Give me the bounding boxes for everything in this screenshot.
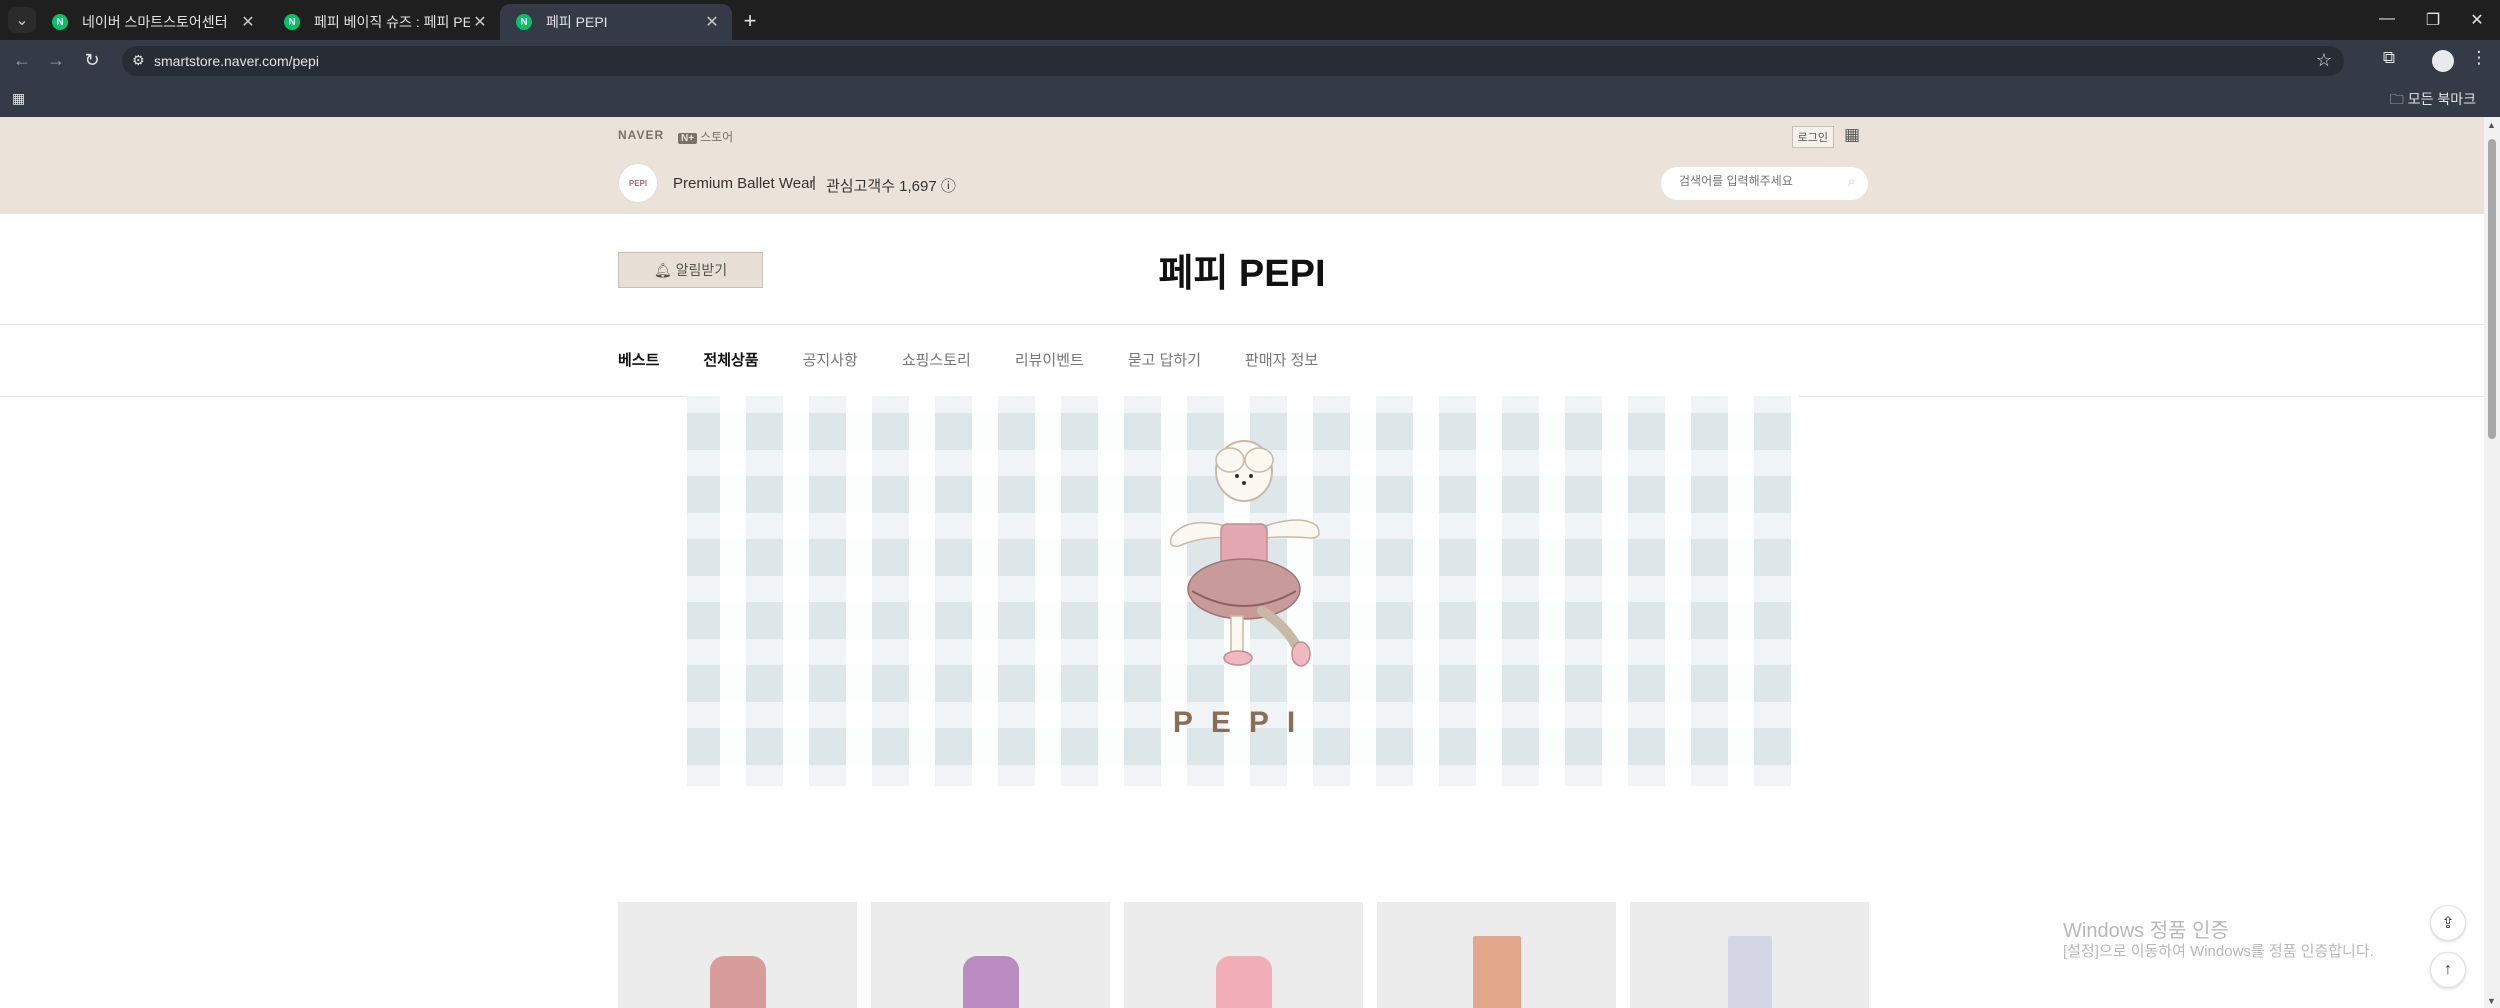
bookmark-star-icon[interactable]: ☆ — [2316, 50, 2332, 71]
reload-icon[interactable]: ↻ — [80, 50, 104, 71]
nav-shopping-story[interactable]: 쇼핑스토리 — [902, 349, 971, 373]
app-grid-icon[interactable]: ▦ — [1844, 125, 1860, 145]
scroll-top-button[interactable]: ↑ — [2430, 952, 2466, 988]
nav-seller-info[interactable]: 판매자 정보 — [1245, 349, 1318, 373]
profile-avatar[interactable] — [2432, 50, 2454, 72]
store-search[interactable]: ⌕ — [1661, 167, 1868, 200]
windows-activation-title: Windows 정품 인증 — [2063, 920, 2229, 942]
product-image — [1728, 936, 1772, 1008]
store-tagline: Premium Ballet Wear — [673, 175, 815, 192]
product-grid — [618, 902, 1869, 1008]
banner-logo-text: PEPI — [1172, 706, 1314, 739]
divider — [0, 324, 2484, 325]
nav-qna[interactable]: 묻고 답하기 — [1128, 349, 1201, 373]
product-image — [710, 956, 766, 1008]
bookmarks-bar — [0, 82, 2500, 117]
tab-search-icon[interactable]: ⌄ — [8, 7, 36, 33]
followers-count: 관심고객수 1,697 ⓘ — [826, 178, 956, 195]
store-header: NAVER N+ 스토어 로그인 ▦ PEPI Premium Ballet We… — [0, 117, 2484, 214]
extensions-icon[interactable]: ⧉ — [2376, 48, 2402, 68]
naver-favicon-icon: N — [52, 14, 68, 30]
tab-smartstore-center[interactable]: N 네이버 스마트스토어센터 ✕ — [36, 4, 268, 40]
forward-icon[interactable]: → — [44, 50, 68, 71]
store-name: 페피 PEPI — [1158, 253, 1326, 295]
page-content: NAVER N+ 스토어 로그인 ▦ PEPI Premium Ballet We… — [0, 117, 2484, 1008]
menu-icon[interactable]: ⋮ — [2466, 48, 2492, 68]
main-banner[interactable]: PEPI — [687, 396, 1799, 786]
product-image — [1216, 956, 1272, 1008]
search-icon[interactable]: ⌕ — [1848, 173, 1856, 190]
login-button[interactable]: 로그인 — [1791, 126, 1834, 148]
share-button[interactable]: ⇪ — [2430, 905, 2466, 941]
product-card[interactable] — [871, 902, 1110, 1008]
page-scrollbar[interactable]: ▲ ▼ — [2484, 117, 2500, 1008]
product-card[interactable] — [1377, 902, 1616, 1008]
scroll-down-arrow[interactable]: ▼ — [2487, 996, 2496, 1006]
apps-grid-icon[interactable]: ▦ — [12, 90, 25, 107]
product-image — [963, 956, 1019, 1008]
minimize-icon[interactable]: — — [2372, 10, 2402, 28]
arrow-up-icon: ↑ — [2444, 961, 2452, 978]
product-card[interactable] — [1630, 902, 1869, 1008]
naver-favicon-icon: N — [284, 14, 300, 30]
site-info-icon[interactable]: ⚙ — [132, 52, 145, 69]
product-card[interactable] — [618, 902, 857, 1008]
nav-all-products[interactable]: 전체상품 — [703, 349, 758, 373]
naver-logo[interactable]: NAVER — [618, 128, 664, 142]
restore-icon[interactable]: ❐ — [2418, 10, 2448, 30]
url-text: smartstore.naver.com/pepi — [154, 53, 319, 69]
address-bar[interactable]: ⚙ smartstore.naver.com/pepi ☆ — [122, 46, 2344, 76]
naver-favicon-icon: N — [516, 14, 532, 30]
info-icon[interactable]: ⓘ — [941, 178, 956, 195]
back-icon[interactable]: ← — [10, 50, 34, 71]
nav-best[interactable]: 베스트 — [618, 349, 659, 373]
tab-pepi-store[interactable]: N 페피 PEPI ✕ — [500, 4, 732, 40]
all-bookmarks-button[interactable]: 🗀 모든 북마크 — [2390, 89, 2476, 113]
nav-notice[interactable]: 공지사항 — [803, 349, 858, 373]
close-tab-icon[interactable]: ✕ — [470, 12, 490, 32]
new-tab-button[interactable]: + — [738, 8, 762, 34]
naver-store-link[interactable]: N+ 스토어 — [678, 128, 733, 145]
product-card[interactable] — [1124, 902, 1363, 1008]
product-image — [1473, 936, 1521, 1008]
tab-pepi-shoes[interactable]: N 페피 베이직 슈즈 : 페피 PEPI ✕ — [268, 4, 500, 40]
store-logo[interactable]: PEPI — [618, 163, 658, 203]
scrollbar-thumb[interactable] — [2488, 139, 2496, 439]
nav-review-event[interactable]: 리뷰이벤트 — [1015, 349, 1084, 373]
share-icon: ⇪ — [2441, 915, 2455, 932]
windows-activation-text: [설정]으로 이동하여 Windows를 정품 인증합니다. — [2063, 943, 2374, 960]
search-input[interactable] — [1679, 174, 1839, 188]
close-window-icon[interactable]: ✕ — [2462, 10, 2492, 30]
category-nav: 베스트 전체상품 공지사항 쇼핑스토리 리뷰이벤트 묻고 답하기 판매자 정보 — [618, 349, 1362, 373]
separator: | — [812, 174, 816, 191]
scroll-up-arrow[interactable]: ▲ — [2487, 120, 2496, 130]
close-tab-icon[interactable]: ✕ — [702, 12, 722, 32]
close-tab-icon[interactable]: ✕ — [238, 12, 258, 32]
